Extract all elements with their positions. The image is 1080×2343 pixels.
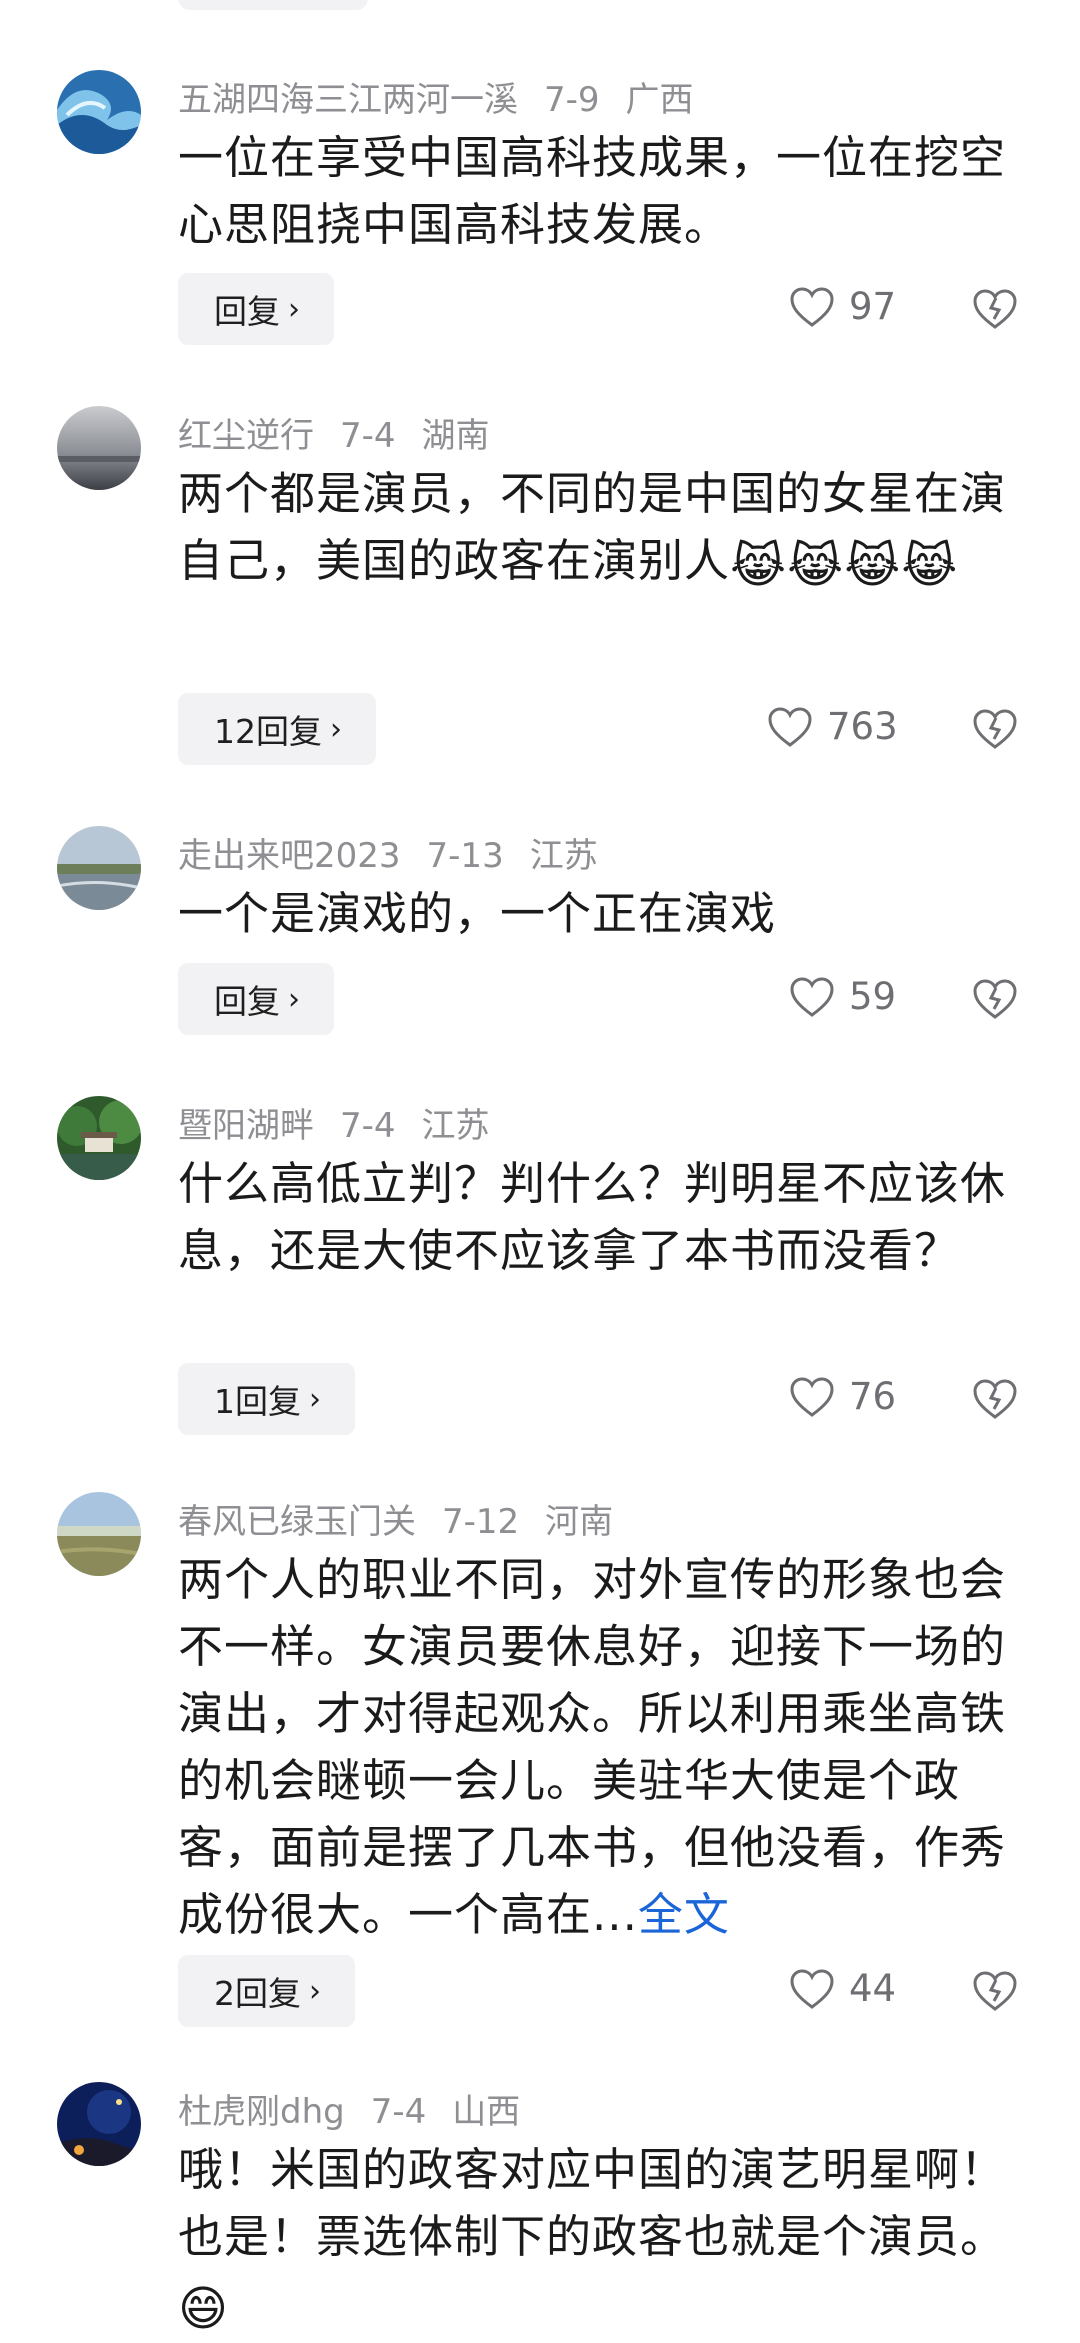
like-button[interactable]: 59 [789, 975, 896, 1018]
read-full-link[interactable]: 全文 [638, 1888, 730, 1941]
username[interactable]: 红尘逆行 [178, 416, 314, 456]
like-count: 76 [849, 1375, 897, 1418]
laughing-crying-emoji: 😹😹😹😹 [730, 538, 959, 594]
comment-date: 7-4 [340, 416, 396, 456]
reply-label: 回复 [214, 982, 280, 1021]
comment-date: 7-12 [442, 1502, 520, 1542]
comment-body: 什么高低立判？判什么？判明星不应该休息，还是大使不应该拿了本书而没看？ [178, 1157, 1007, 1277]
broken-heart-icon[interactable] [972, 976, 1018, 1022]
username[interactable]: 走出来吧2023 [178, 836, 401, 876]
reply-label: 2回复 [214, 1974, 301, 2013]
chevron-right-icon: › [288, 981, 300, 1017]
reply-label: 1回复 [214, 1382, 301, 1421]
comment-date: 7-9 [544, 80, 600, 120]
broken-heart-icon[interactable] [972, 706, 1018, 752]
broken-heart-icon[interactable] [972, 1376, 1018, 1422]
comment-location: 广西 [625, 80, 694, 120]
broken-heart-icon[interactable] [972, 1968, 1018, 2014]
comment-meta: 春风已绿玉门关 7-12 河南 [178, 1494, 639, 1543]
reply-button[interactable]: 2回复 › [178, 1955, 355, 2027]
like-count: 59 [849, 975, 897, 1018]
comment-date: 7-4 [340, 1106, 396, 1146]
chevron-right-icon: › [288, 291, 300, 327]
like-count: 763 [827, 705, 898, 748]
heart-icon [790, 976, 834, 1017]
comment-body: 两个人的职业不同，对外宣传的形象也会不一样。女演员要休息好，迎接下一场的演出，才… [178, 1553, 1007, 1941]
comment-text[interactable]: 什么高低立判？判什么？判明星不应该休息，还是大使不应该拿了本书而没看？ [178, 1150, 1023, 1284]
chevron-right-icon: › [330, 711, 342, 747]
like-button[interactable]: 76 [789, 1375, 896, 1418]
username[interactable]: 暨阳湖畔 [178, 1106, 314, 1146]
comment-text[interactable]: 哦！米国的政客对应中国的演艺明星啊！也是！票选体制下的政客也就是个演员。 😄 [178, 2136, 1023, 2343]
comment-meta: 杜虎刚dhg 7-4 山西 [178, 2084, 546, 2133]
username[interactable]: 杜虎刚dhg [178, 2092, 345, 2132]
chevron-right-icon: › [309, 1973, 321, 2009]
comment-location: 山西 [452, 2092, 521, 2132]
chevron-right-icon: › [309, 1381, 321, 1417]
heart-icon [790, 1376, 834, 1417]
like-count: 97 [849, 285, 897, 328]
broken-heart-icon[interactable] [972, 286, 1018, 332]
heart-icon [790, 286, 834, 327]
comment-text[interactable]: 一位在享受中国高科技成果，一位在挖空心思阻挠中国高科技发展。 [178, 124, 1023, 258]
comment-meta: 五湖四海三江两河一溪 7-9 广西 [178, 72, 720, 121]
reply-label: 回复 [214, 292, 280, 331]
comment-meta: 走出来吧2023 7-13 江苏 [178, 828, 624, 877]
comment-location: 江苏 [421, 1106, 490, 1146]
comment-date: 7-13 [426, 836, 504, 876]
comment-text[interactable]: 一个是演戏的，一个正在演戏 [178, 880, 1023, 947]
comment-location: 河南 [545, 1502, 614, 1542]
comment-location: 江苏 [529, 836, 598, 876]
comment-body: 哦！米国的政客对应中国的演艺明星啊！也是！票选体制下的政客也就是个演员。 [178, 2143, 1007, 2263]
user-avatar[interactable] [57, 406, 141, 490]
user-avatar[interactable] [57, 1492, 141, 1576]
comment-meta: 红尘逆行 7-4 湖南 [178, 408, 516, 457]
reply-label: 12回复 [214, 712, 322, 751]
user-avatar[interactable] [57, 1096, 141, 1180]
grinning-emoji: 😄 [178, 2281, 230, 2337]
user-avatar[interactable] [57, 70, 141, 154]
like-button[interactable]: 763 [767, 705, 898, 748]
comment-text[interactable]: 两个人的职业不同，对外宣传的形象也会不一样。女演员要休息好，迎接下一场的演出，才… [178, 1546, 1023, 1948]
reply-button[interactable]: 回复 › [178, 963, 334, 1035]
reply-button[interactable]: 1回复 › [178, 1363, 355, 1435]
comment-body: 一个是演戏的，一个正在演戏 [178, 887, 777, 940]
reply-button[interactable]: 12回复 › [178, 693, 376, 765]
user-avatar[interactable] [57, 2082, 141, 2166]
like-button[interactable]: 97 [789, 285, 896, 328]
like-count: 44 [849, 1967, 897, 2010]
username[interactable]: 五湖四海三江两河一溪 [178, 80, 518, 120]
heart-icon [790, 1968, 834, 2009]
comment-date: 7-4 [370, 2092, 427, 2132]
username[interactable]: 春风已绿玉门关 [178, 1502, 416, 1542]
user-avatar[interactable] [57, 826, 141, 910]
like-button[interactable]: 44 [789, 1967, 896, 2010]
heart-icon [768, 706, 812, 747]
previous-reply-button-stub[interactable] [178, 0, 368, 10]
reply-button[interactable]: 回复 › [178, 273, 334, 345]
comment-body: 一位在享受中国高科技成果，一位在挖空心思阻挠中国高科技发展。 [178, 131, 1007, 251]
comment-meta: 暨阳湖畔 7-4 江苏 [178, 1098, 516, 1147]
comment-location: 湖南 [421, 416, 490, 456]
comment-text[interactable]: 两个都是演员，不同的是中国的女星在演自己，美国的政客在演别人😹😹😹😹 [178, 460, 1023, 600]
